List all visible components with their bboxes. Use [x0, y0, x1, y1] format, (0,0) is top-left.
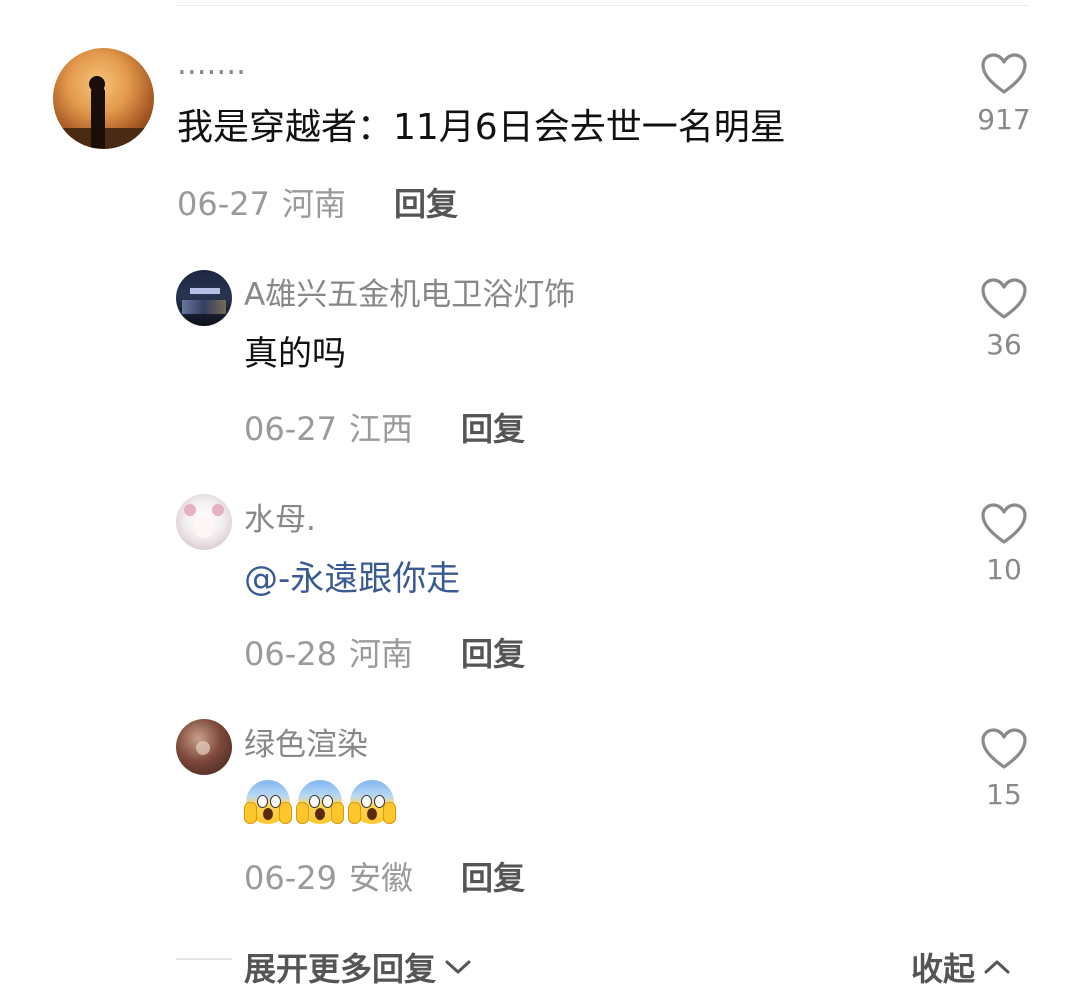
- reply-meta: 06-27 江西 回复: [244, 413, 525, 445]
- scream-emoji-icon: [244, 778, 292, 826]
- reply-mention-text[interactable]: @-永遠跟你走: [244, 562, 460, 596]
- heart-outline-icon: [981, 728, 1027, 769]
- like-count: 917: [977, 103, 1031, 136]
- reply-button[interactable]: 回复: [461, 410, 525, 448]
- chevron-down-icon: [445, 960, 471, 974]
- reply-region: 江西: [348, 410, 413, 448]
- reply-region: 安徽: [348, 859, 413, 897]
- comment-date: 06-27: [177, 185, 270, 223]
- avatar[interactable]: [176, 719, 232, 775]
- like-count: 10: [986, 553, 1022, 586]
- divider: [176, 958, 232, 960]
- reply-button[interactable]: 回复: [461, 635, 525, 673]
- like-button[interactable]: 36: [974, 277, 1034, 359]
- reply-emoji-text: [244, 778, 396, 826]
- avatar[interactable]: [176, 270, 232, 326]
- comment-meta: 06-27 河南 回复: [177, 188, 458, 220]
- comment-username[interactable]: ·······: [177, 58, 246, 89]
- reply-button[interactable]: 回复: [394, 185, 458, 223]
- reply-username[interactable]: A雄兴五金机电卫浴灯饰: [244, 280, 575, 311]
- scream-emoji-icon: [348, 778, 396, 826]
- like-count: 15: [986, 778, 1022, 811]
- reply-date: 06-28: [244, 635, 337, 673]
- heart-outline-icon: [981, 503, 1027, 544]
- expand-replies-label: 展开更多回复: [244, 950, 437, 988]
- reply-username[interactable]: 绿色渲染: [244, 730, 368, 761]
- heart-outline-icon: [981, 53, 1027, 94]
- reply-meta: 06-29 安徽 回复: [244, 862, 525, 894]
- reply-region: 河南: [348, 635, 413, 673]
- collapse-button[interactable]: 收起: [911, 944, 1011, 990]
- expand-replies-button[interactable]: 展开更多回复: [244, 944, 472, 990]
- like-button[interactable]: 15: [974, 727, 1034, 809]
- like-button[interactable]: 10: [974, 502, 1034, 584]
- reply-text: 真的吗: [244, 334, 346, 374]
- heart-outline-icon: [981, 278, 1027, 319]
- scream-emoji-icon: [296, 778, 344, 826]
- avatar[interactable]: [53, 48, 154, 149]
- reply-username[interactable]: 水母.: [244, 505, 316, 536]
- divider: [176, 5, 1028, 6]
- avatar[interactable]: [176, 494, 232, 550]
- reply-meta: 06-28 河南 回复: [244, 638, 525, 670]
- like-count: 36: [986, 328, 1022, 361]
- reply-date: 06-27: [244, 410, 337, 448]
- reply-date: 06-29: [244, 859, 337, 897]
- chevron-up-icon: [984, 960, 1010, 974]
- reply-button[interactable]: 回复: [461, 859, 525, 897]
- comment-text: 我是穿越者：11月6日会去世一名明星: [177, 107, 786, 148]
- like-button[interactable]: 917: [974, 52, 1034, 134]
- comment-region: 河南: [281, 185, 346, 223]
- collapse-label: 收起: [911, 950, 976, 988]
